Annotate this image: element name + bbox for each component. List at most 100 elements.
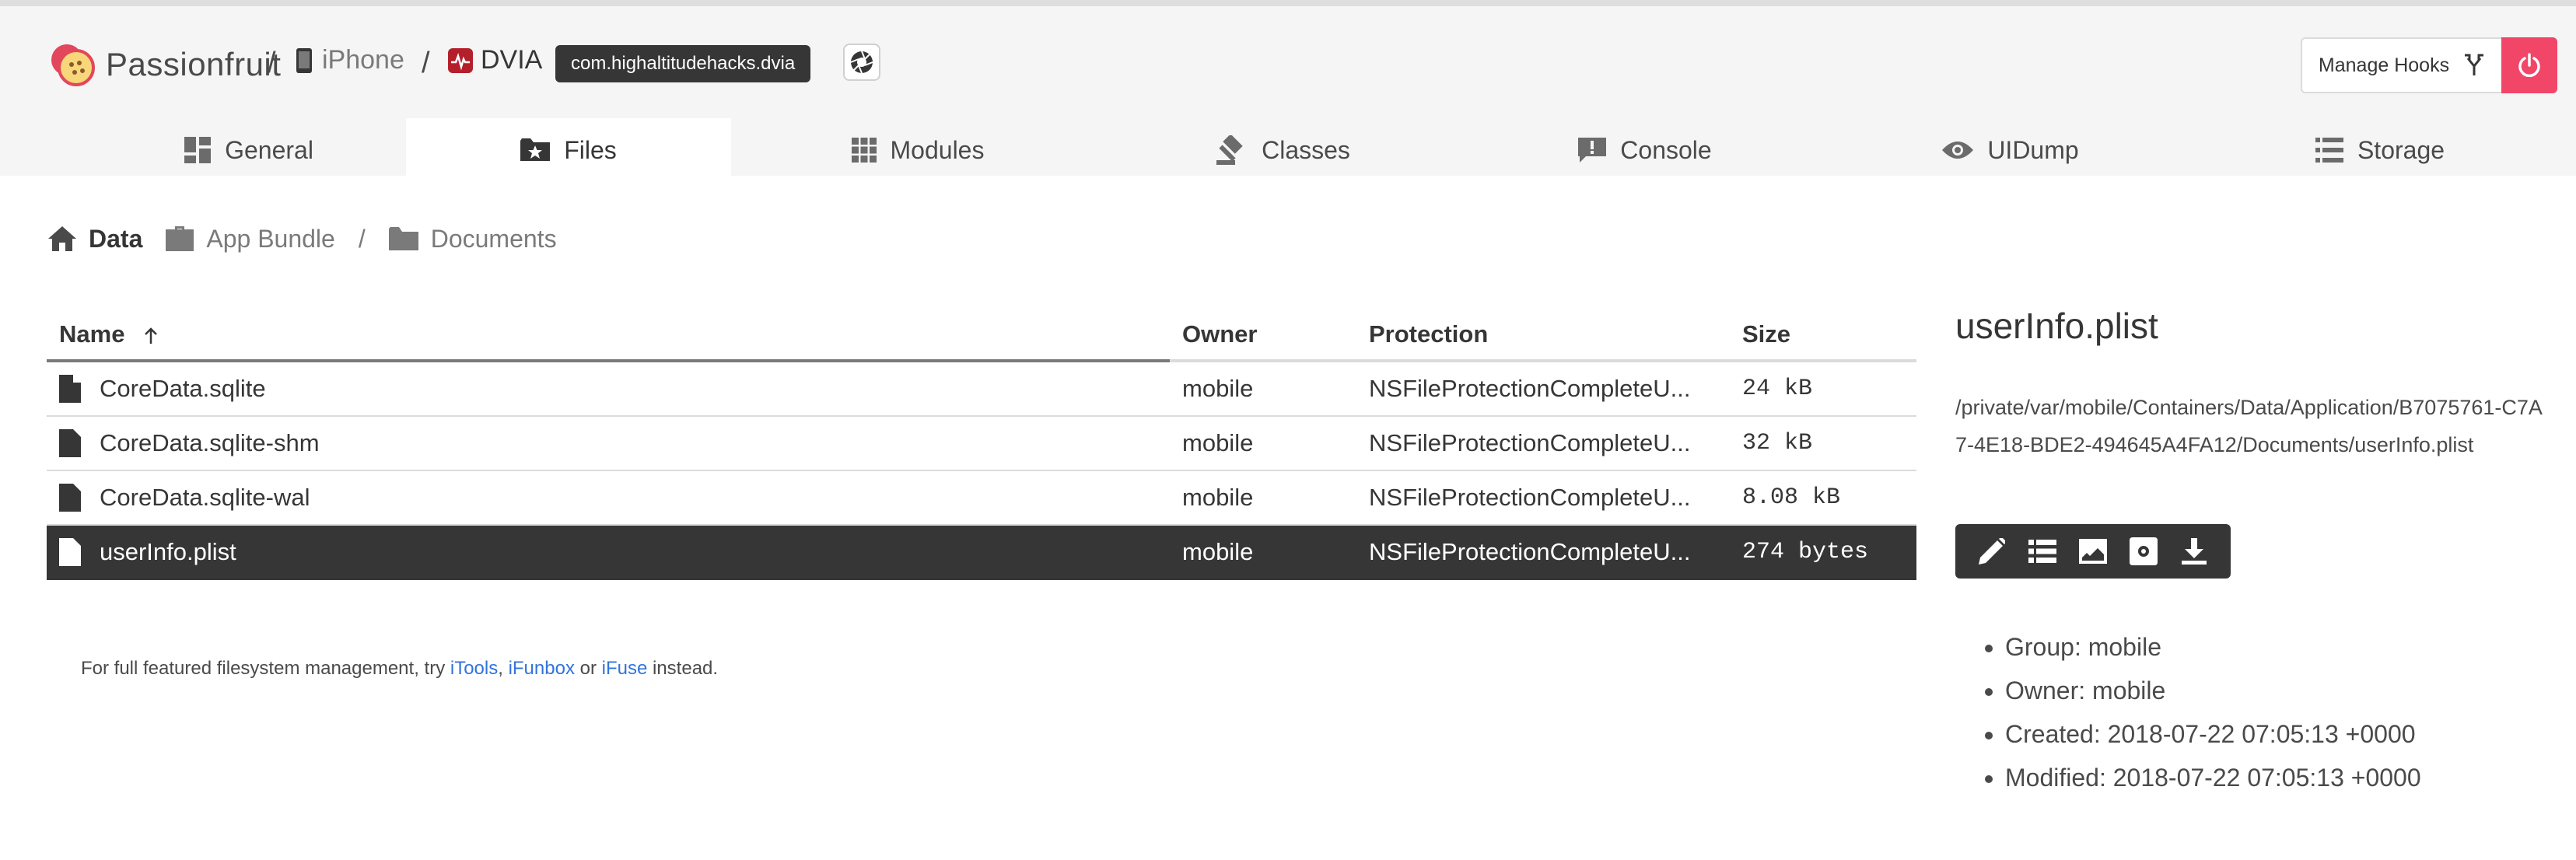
file-icon xyxy=(59,538,81,566)
file-size: 8.08 kB xyxy=(1730,470,1916,526)
column-header-size[interactable]: Size xyxy=(1730,309,1916,362)
gavel-icon xyxy=(1216,135,1243,165)
comment-alert-icon xyxy=(1578,138,1607,163)
file-protection: NSFileProtectionCompleteU... xyxy=(1356,361,1730,417)
ifuse-link[interactable]: iFuse xyxy=(602,658,648,679)
manage-hooks-button[interactable]: Manage Hooks xyxy=(2301,37,2501,93)
breadcrumb-separator: / xyxy=(358,224,366,253)
tab-label: Console xyxy=(1620,135,1712,164)
meta-owner: Owner: mobile xyxy=(2005,669,2421,712)
brand-name: Passionfruit xyxy=(106,46,282,82)
app-name: DVIA xyxy=(481,45,543,75)
folder-star-icon xyxy=(520,138,551,161)
detail-file-path: /private/var/mobile/Containers/Data/Appl… xyxy=(1955,396,2543,456)
bundle-id-tag: com.highaltitudehacks.dvia xyxy=(555,45,811,82)
file-table: Name Owner Protection Size CoreData.sqli… xyxy=(47,309,1916,580)
phone-icon xyxy=(296,47,312,73)
sort-ascending-icon xyxy=(145,327,157,344)
table-row[interactable]: CoreData.sqlite mobile NSFileProtectionC… xyxy=(47,361,1916,417)
column-header-label: Name xyxy=(59,320,125,348)
file-settings-button[interactable] xyxy=(2122,530,2165,573)
breadcrumb-documents-label: Documents xyxy=(430,224,557,253)
tab-label: Modules xyxy=(890,135,985,164)
manage-hooks-label: Manage Hooks xyxy=(2318,54,2450,76)
breadcrumb-app-bundle-label: App Bundle xyxy=(206,224,335,253)
file-icon xyxy=(59,375,81,403)
detail-file-title: userInfo.plist xyxy=(1955,306,2158,346)
column-header-protection[interactable]: Protection xyxy=(1356,309,1730,362)
file-owner: mobile xyxy=(1170,525,1356,580)
tab-label: UIDump xyxy=(1987,135,2079,164)
passionfruit-logo-icon xyxy=(51,44,95,86)
file-icon xyxy=(59,429,81,457)
itools-link[interactable]: iTools xyxy=(450,658,498,679)
table-row[interactable]: CoreData.sqlite-shm mobile NSFileProtect… xyxy=(47,416,1916,471)
list-icon xyxy=(2028,540,2056,563)
tip-text: For full featured filesystem management,… xyxy=(81,658,450,679)
tab-label: Storage xyxy=(2357,135,2445,164)
ifunbox-link[interactable]: iFunbox xyxy=(509,658,575,679)
folder-icon xyxy=(388,227,418,250)
view-image-button[interactable] xyxy=(2071,530,2115,573)
tab-uidump[interactable]: UIDump xyxy=(1828,118,2193,182)
tab-general[interactable]: General xyxy=(47,118,451,182)
disconnect-button[interactable] xyxy=(2501,37,2557,93)
app-crumb[interactable]: DVIA xyxy=(448,45,542,75)
file-protection: NSFileProtectionCompleteU... xyxy=(1356,525,1730,580)
breadcrumb-documents[interactable]: Documents xyxy=(388,224,557,253)
file-owner: mobile xyxy=(1170,361,1356,417)
file-icon xyxy=(59,484,81,512)
window-top-border xyxy=(0,0,2576,6)
tip-text: or xyxy=(574,658,602,679)
fork-icon xyxy=(2465,54,2484,75)
home-icon xyxy=(48,226,76,251)
tab-label: Classes xyxy=(1262,135,1350,164)
image-icon xyxy=(2078,539,2107,564)
dvia-app-icon xyxy=(448,47,473,73)
header-separator: / xyxy=(422,47,430,79)
device-crumb[interactable]: iPhone xyxy=(296,45,404,75)
main-tabs: General Files Modules Classes Console UI… xyxy=(0,118,2576,182)
file-size: 24 kB xyxy=(1730,361,1916,417)
dashboard-icon xyxy=(184,137,212,163)
tab-files[interactable]: Files xyxy=(406,118,731,182)
file-owner: mobile xyxy=(1170,416,1356,471)
breadcrumb-data[interactable]: Data xyxy=(48,225,142,253)
file-size: 32 kB xyxy=(1730,416,1916,471)
tab-modules[interactable]: Modules xyxy=(731,118,1104,182)
file-actions-toolbar xyxy=(1955,524,2231,579)
breadcrumb-app-bundle[interactable]: App Bundle xyxy=(166,224,335,253)
meta-modified: Modified: 2018-07-22 07:05:13 +0000 xyxy=(2005,756,2421,799)
settings-icon xyxy=(2130,537,2158,565)
column-header-name[interactable]: Name xyxy=(47,309,1170,362)
tab-classes[interactable]: Classes xyxy=(1104,118,1462,182)
download-icon xyxy=(2182,538,2207,565)
filesystem-tip: For full featured filesystem management,… xyxy=(81,658,718,680)
header-separator: / xyxy=(268,47,276,79)
list-icon xyxy=(2315,138,2343,163)
view-as-list-button[interactable] xyxy=(2021,530,2064,573)
tab-label: Files xyxy=(564,135,617,164)
table-row[interactable]: CoreData.sqlite-wal mobile NSFileProtect… xyxy=(47,470,1916,526)
file-name: CoreData.sqlite xyxy=(100,375,266,402)
edit-button[interactable] xyxy=(1970,530,2014,573)
file-protection: NSFileProtectionCompleteU... xyxy=(1356,470,1730,526)
tab-console[interactable]: Console xyxy=(1462,118,1828,182)
app-header: Passionfruit / iPhone / DVIA com.highalt… xyxy=(0,6,2576,182)
tip-text: , xyxy=(498,658,509,679)
column-header-owner[interactable]: Owner xyxy=(1170,309,1356,362)
screenshot-button[interactable] xyxy=(843,44,880,81)
brand[interactable]: Passionfruit xyxy=(48,37,281,92)
tab-storage[interactable]: Storage xyxy=(2193,118,2567,182)
table-row-selected[interactable]: userInfo.plist mobile NSFileProtectionCo… xyxy=(47,525,1916,580)
download-button[interactable] xyxy=(2172,530,2216,573)
file-name: CoreData.sqlite-shm xyxy=(100,429,320,456)
file-name: userInfo.plist xyxy=(100,538,236,565)
breadcrumb: Data App Bundle / Documents xyxy=(48,219,557,258)
aperture-icon xyxy=(850,51,873,74)
edit-icon xyxy=(1978,538,2005,565)
file-metadata-list: Group: mobile Owner: mobile Created: 201… xyxy=(1955,625,2421,799)
grid-icon xyxy=(851,138,877,163)
tab-label: General xyxy=(225,135,313,164)
breadcrumb-data-label: Data xyxy=(89,224,143,253)
